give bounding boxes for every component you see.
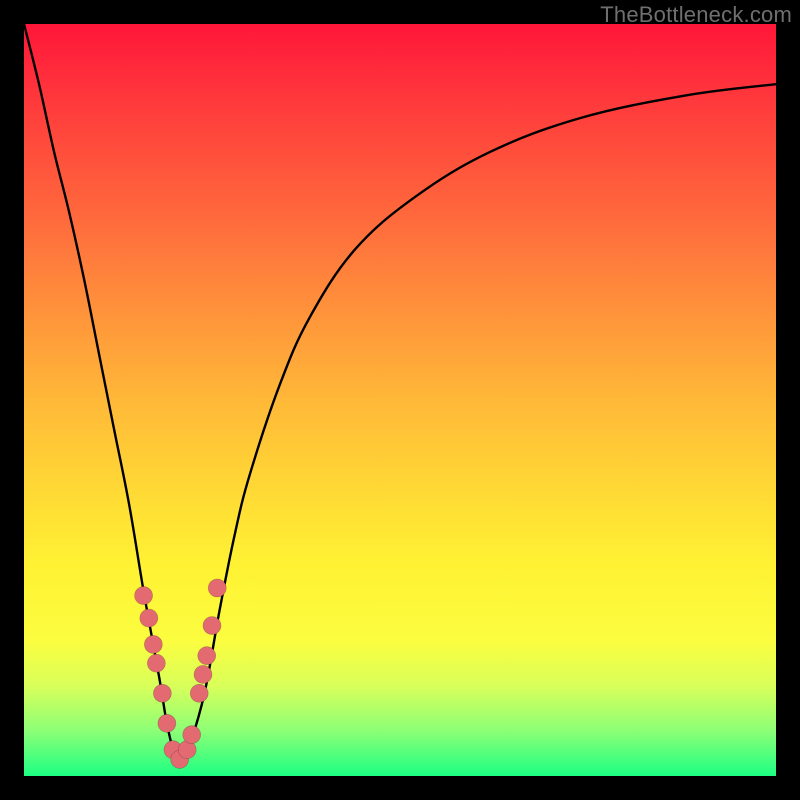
data-marker	[147, 654, 165, 672]
bottleneck-curve	[24, 24, 776, 761]
data-marker	[144, 635, 162, 653]
marker-group	[135, 579, 227, 768]
chart-svg	[24, 24, 776, 776]
data-marker	[203, 617, 221, 635]
data-marker	[190, 684, 208, 702]
data-marker	[194, 665, 212, 683]
data-marker	[153, 684, 171, 702]
data-marker	[198, 647, 216, 665]
watermark-text: TheBottleneck.com	[600, 2, 792, 28]
data-marker	[135, 587, 153, 605]
plot-area	[24, 24, 776, 776]
chart-frame: TheBottleneck.com	[0, 0, 800, 800]
data-marker	[208, 579, 226, 597]
data-marker	[158, 714, 176, 732]
data-marker	[140, 609, 158, 627]
data-marker	[183, 726, 201, 744]
